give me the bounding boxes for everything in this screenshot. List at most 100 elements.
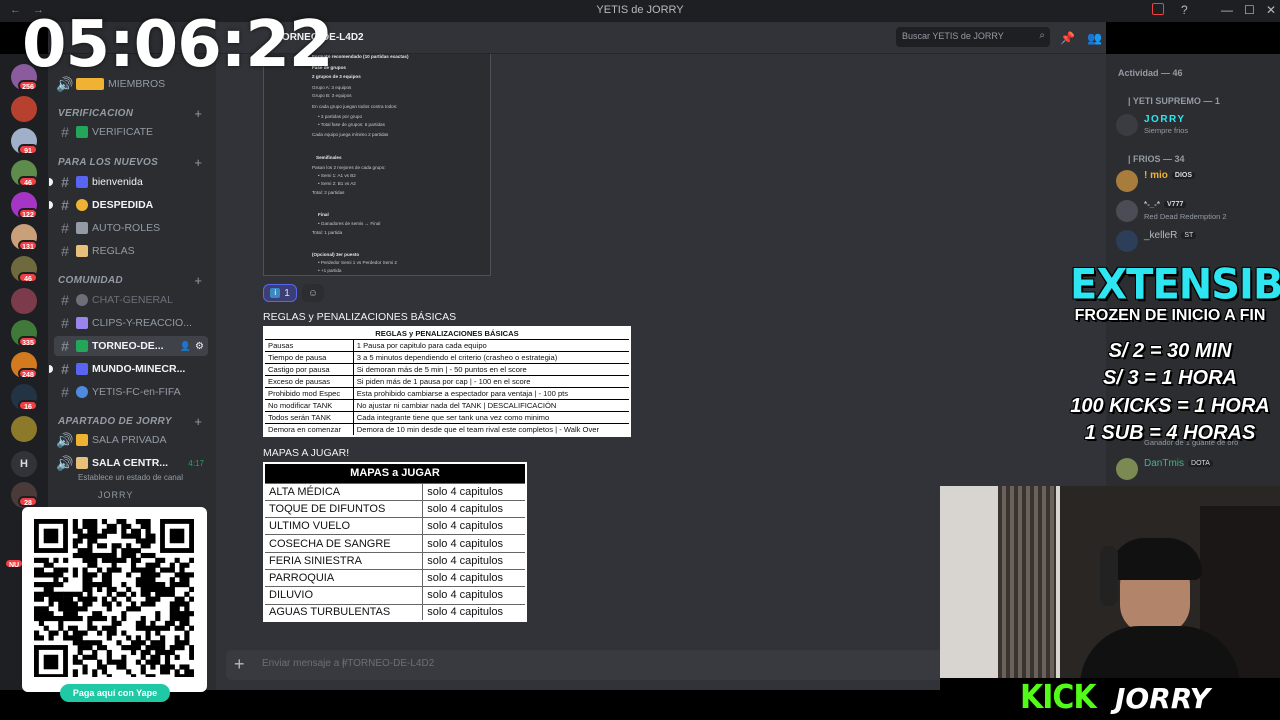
voice-user[interactable]: JORRY [98,490,133,500]
qr-module [184,635,190,641]
server-icon[interactable] [11,416,37,442]
channel-reglas[interactable]: # REGLAS [54,241,208,261]
qr-module [145,533,151,539]
qr-module [58,601,64,607]
qr-module [160,586,166,593]
qr-module [87,645,93,651]
qr-module [111,543,117,549]
help-icon[interactable]: ? [1181,3,1188,17]
map-chapters: solo 4 capitulos [422,568,527,588]
qr-module [92,640,98,646]
channel-bienvenida[interactable]: # bienvenida [49,172,208,192]
qr-module [160,591,166,597]
qr-module [82,601,88,607]
qr-module [34,615,40,622]
table-row: Demora en comenzar Demora de 10 min desde… [263,423,631,437]
qr-module [106,567,112,573]
channel-yetis-fc[interactable]: # YETIS-FC-en-FIFA [54,382,208,402]
qr-module [150,645,156,651]
minimize-button[interactable]: — [1221,3,1233,17]
gear-icon[interactable]: ⚙ [195,341,204,352]
qr-module [77,640,83,646]
qr-module [77,533,83,539]
qr-module [184,601,190,607]
channel-sala-privada[interactable]: 🔊 SALA PRIVADA [54,430,208,450]
qr-module [97,645,103,651]
qr-module [53,615,59,622]
attach-plus-icon[interactable]: + [234,654,245,675]
qr-module [189,649,194,656]
qr-module [140,664,146,670]
qr-module [72,606,78,612]
qr-code [34,519,194,677]
add-reaction-button[interactable]: ☺ [302,284,324,302]
yape-qr-card[interactable] [22,507,207,692]
qr-module [72,669,78,675]
member-item[interactable]: JORRY Siempre frios [1116,112,1276,138]
pin-icon[interactable]: 📌 [1060,31,1075,45]
qr-module [135,659,141,665]
channel-chat-general[interactable]: # CHAT-GENERAL [54,290,208,310]
qr-module [174,572,180,578]
qr-module [63,601,69,607]
nu-badge: NU [4,558,24,569]
channel-sala-central[interactable]: 🔊 SALA CENTR... 4:17 [54,453,208,473]
add-channel-icon[interactable]: + [194,273,202,288]
yape-pay-button[interactable]: Paga aquí con Yape [60,684,170,702]
category-comunidad[interactable]: COMUNIDAD [58,275,123,286]
scroll-icon [76,245,88,257]
doc-line: Total: 2 partidas [312,190,345,195]
channel-auto-roles[interactable]: # AUTO-ROLES [54,218,208,238]
qr-module [82,630,88,636]
channel-torneo[interactable]: # TORNEO-DE... 👤 ⚙ [54,336,208,356]
category-nuevos[interactable]: PARA LOS NUEVOS [58,157,158,168]
server-icon[interactable] [11,96,37,122]
qr-module [38,635,44,641]
qr-module [116,567,122,573]
qr-module [111,562,117,568]
member-item[interactable]: DanTmis DOTA [1116,456,1276,482]
server-icon-h[interactable]: H [11,451,37,477]
add-channel-icon[interactable]: + [194,414,202,429]
member-item[interactable]: ! mio DIOS [1116,168,1276,194]
qr-module [145,601,151,607]
mention-badge: 335 [18,336,38,347]
role-tag: DIOS [1171,171,1196,179]
qr-module [97,567,103,573]
qr-module [97,659,103,665]
members-icon[interactable]: 👥 [1087,31,1102,45]
qr-module [48,601,54,607]
category-apartado[interactable]: APARTADO DE JORRY [58,416,172,427]
webcam-feed [940,486,1280,678]
category-verificacion[interactable]: VERIFICACION [58,108,133,119]
maps-table[interactable]: MAPAS a JUGAR ALTA MÉDICA solo 4 capitulo… [263,462,527,623]
qr-module [150,562,156,568]
qr-module [58,615,64,622]
qr-module [126,523,132,529]
channel-clips[interactable]: # CLIPS-Y-REACCIO... [54,313,208,333]
maximize-button[interactable]: ☐ [1244,3,1255,17]
voice-status-prompt[interactable]: Establece un estado de canal [78,473,183,482]
qr-module [77,606,83,612]
rules-table[interactable]: REGLAS y PENALIZACIONES BÁSICAS Pausas 1 … [263,326,631,437]
reaction-pill[interactable]: i 1 [263,284,297,302]
doc-line: Grupo B: 3 equipos [312,93,352,98]
search-input[interactable]: Buscar YETIS de JORRY ⌕ [896,27,1050,47]
channel-verificate[interactable]: # VERIFICATE [54,122,208,142]
price-line: S/ 2 = 30 MIN [1108,340,1232,362]
qr-module [135,645,141,651]
channel-despedida[interactable]: # DESPEDIDA [49,195,208,215]
member-item[interactable]: *-_-* V777 Red Dead Redemption 2 [1116,198,1276,224]
channel-mundo-minecraft[interactable]: # MUNDO-MINECR... [49,359,208,379]
add-channel-icon[interactable]: + [194,155,202,170]
member-item[interactable]: _kelleR ST [1116,228,1276,254]
avatar [1116,230,1138,252]
inbox-icon[interactable] [1152,3,1164,15]
qr-module [97,586,103,593]
close-button[interactable]: ✕ [1266,3,1276,17]
add-channel-icon[interactable]: + [194,106,202,121]
member-name: JORRY [1144,114,1186,125]
add-member-icon[interactable]: 👤 [180,341,191,352]
server-icon[interactable] [11,288,37,314]
tournament-format-image[interactable]: Formato recomendado (10 partidas exactas… [263,54,491,276]
